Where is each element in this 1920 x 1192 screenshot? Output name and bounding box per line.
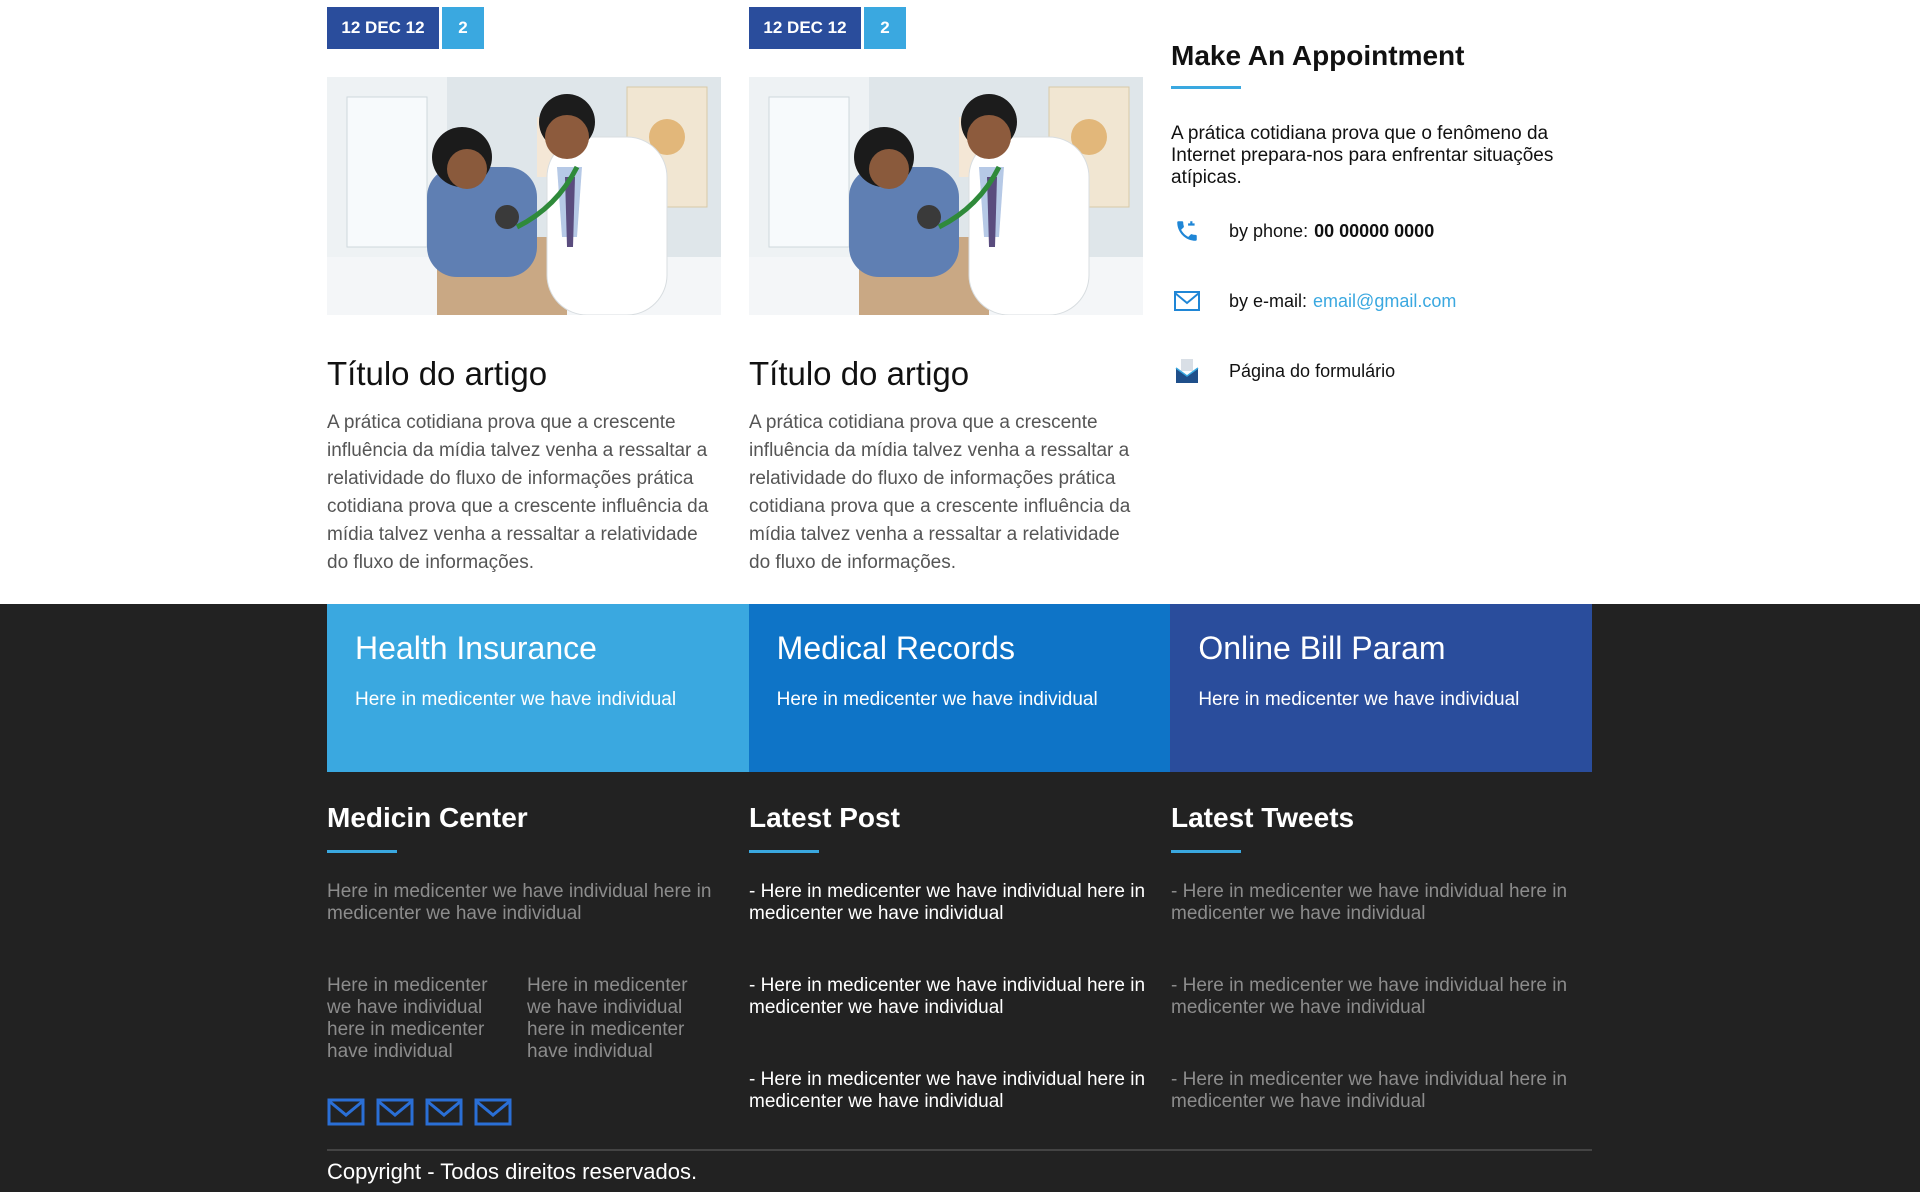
mail-social-icon[interactable] [327,1097,365,1127]
phone-label: by phone: [1229,220,1309,241]
tile-online-bill[interactable]: Online Bill Param Here in medicenter we … [1170,604,1592,772]
email-link[interactable]: email@gmail.com [1313,291,1456,312]
latest-post-item[interactable]: - Here in medicenter we have individual … [749,1069,1149,1113]
article-excerpt: A prática cotidiana prova que a crescent… [327,412,709,573]
social-icons [327,1097,727,1127]
footer-medicin-center: Medicin Center Here in medicenter we hav… [327,802,727,1127]
footer-latest-tweets: Latest Tweets - Here in medicenter we ha… [1171,802,1591,1113]
latest-post-item[interactable]: - Here in medicenter we have individual … [749,881,1149,925]
title-underline [327,850,397,853]
article-image[interactable] [327,77,721,315]
appointment-panel: Make An Appointment A prática cotidiana … [1171,40,1591,387]
footer-title: Latest Post [749,802,900,833]
article-badges: 12 DEC 12 2 [327,7,721,49]
footer-latest-post: Latest Post - Here in medicenter we have… [749,802,1149,1113]
envelope-form-icon [1171,355,1203,387]
phone-icon [1171,215,1203,247]
tile-title: Medical Records [776,630,1015,666]
date-badge: 12 DEC 12 [327,7,439,49]
tile-text: Here in medicenter we have individual [1198,689,1520,710]
footer-divider [327,1149,1592,1151]
article-card: 12 DEC 12 2 Título do artigo A prática c… [749,0,1143,577]
footer-title: Medicin Center [327,802,528,833]
tile-health-insurance[interactable]: Health Insurance Here in medicenter we h… [327,604,749,772]
tweet-item[interactable]: - Here in medicenter we have individual … [1171,975,1591,1019]
title-underline [1171,86,1241,89]
mail-social-icon[interactable] [425,1097,463,1127]
email-label: by e-mail: [1229,290,1308,311]
title-underline [749,850,819,853]
mail-icon [1171,285,1203,317]
mail-social-icon[interactable] [474,1097,512,1127]
footer-text: Here in medicenter we have individual he… [327,881,712,924]
phone-value[interactable]: 00 00000 0000 [1314,221,1434,242]
tile-title: Health Insurance [355,630,597,666]
appointment-lead: A prática cotidiana prova que o fenômeno… [1171,123,1554,188]
form-page-link[interactable]: Página do formulário [1229,361,1395,382]
footer-minicol: Here in medicenter we have individual he… [527,975,688,1062]
tile-medical-records[interactable]: Medical Records Here in medicenter we ha… [748,604,1171,772]
tile-text: Here in medicenter we have individual [355,689,677,710]
contact-email: by e-mail: email@gmail.com [1171,285,1591,317]
date-badge: 12 DEC 12 [749,7,861,49]
contact-phone: by phone: 00 00000 0000 [1171,215,1591,247]
article-card: 12 DEC 12 2 Título do artigo A prática c… [327,0,721,577]
footer-minicols: Here in medicenter we have individual he… [327,975,727,1063]
contact-form[interactable]: Página do formulário [1171,355,1591,387]
article-badges: 12 DEC 12 2 [749,7,1143,49]
tweet-item[interactable]: - Here in medicenter we have individual … [1171,1069,1591,1113]
service-tiles: Health Insurance Here in medicenter we h… [327,604,1592,772]
comment-count-badge[interactable]: 2 [442,7,484,49]
tweet-item[interactable]: - Here in medicenter we have individual … [1171,881,1591,925]
article-title[interactable]: Título do artigo [327,355,721,393]
footer-title: Latest Tweets [1171,802,1355,833]
tile-text: Here in medicenter we have individual [776,689,1098,710]
mail-social-icon[interactable] [376,1097,414,1127]
footer-minicol: Here in medicenter we have individual he… [327,975,488,1062]
tile-title: Online Bill Param [1198,630,1446,666]
latest-post-item[interactable]: - Here in medicenter we have individual … [749,975,1149,1019]
article-title[interactable]: Título do artigo [749,355,1143,393]
comment-count-badge[interactable]: 2 [864,7,906,49]
appointment-title: Make An Appointment [1171,40,1465,71]
article-excerpt: A prática cotidiana prova que a crescent… [749,412,1131,573]
title-underline [1171,850,1241,853]
copyright-text: Copyright - Todos direitos reservados. [327,1159,698,1184]
article-image[interactable] [749,77,1143,315]
